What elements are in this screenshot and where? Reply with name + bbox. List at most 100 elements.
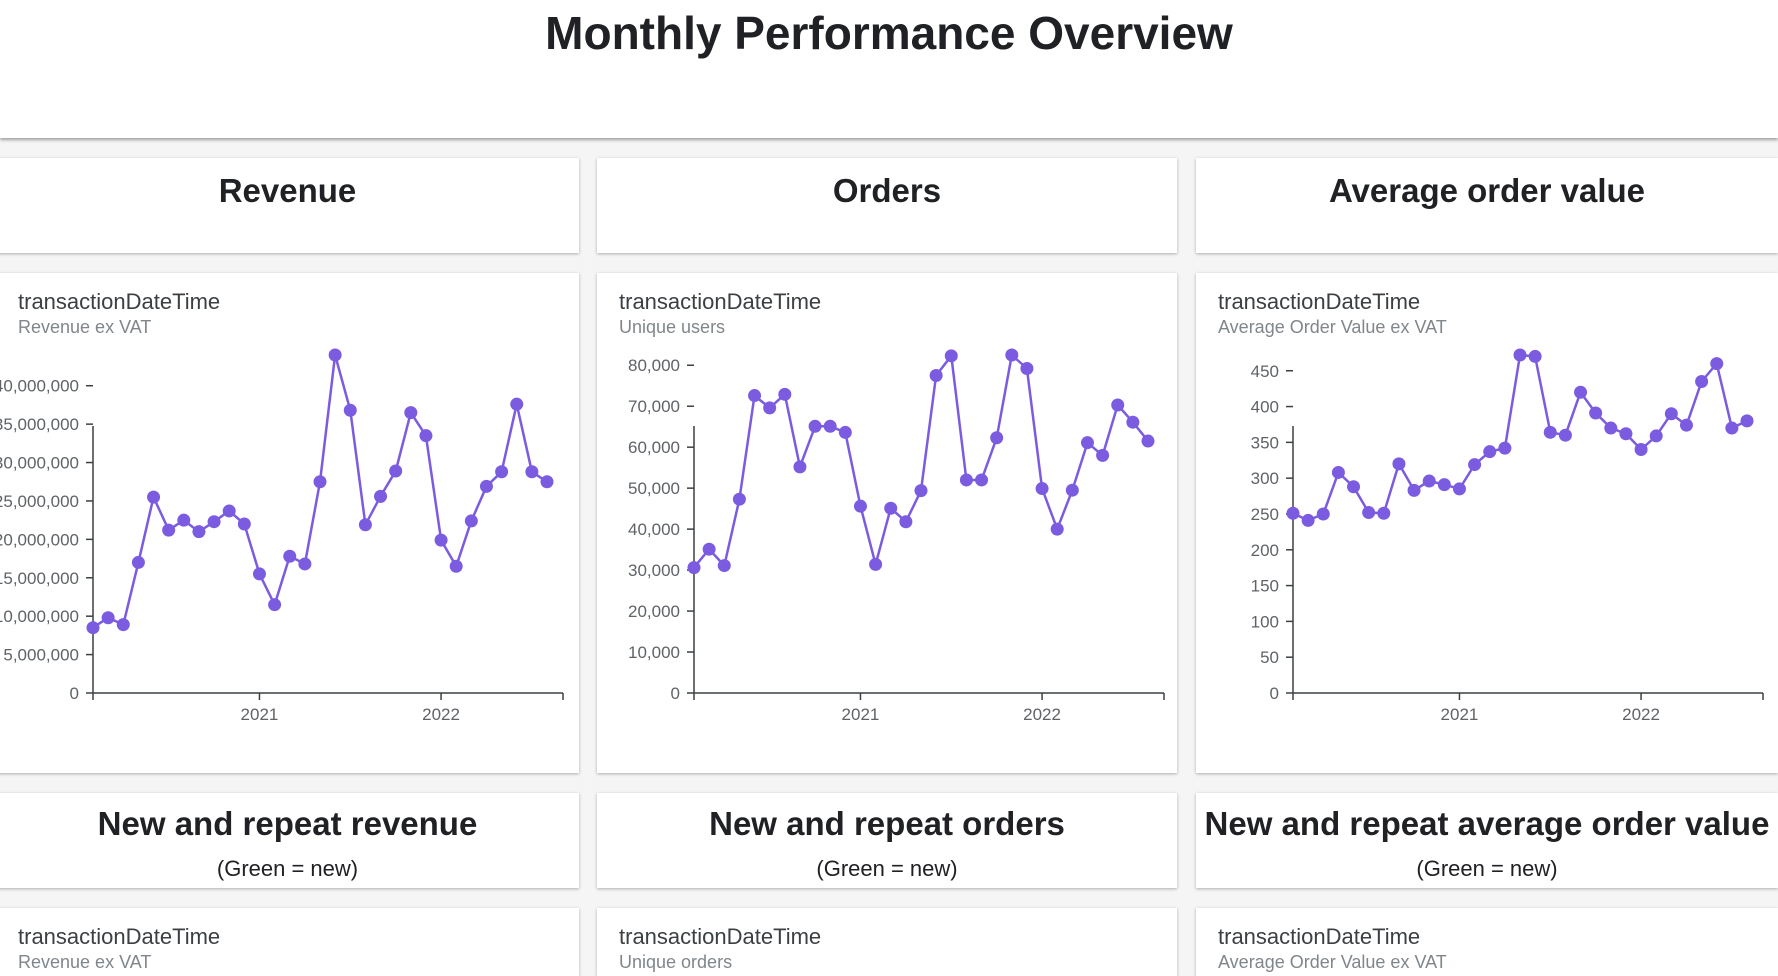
data-point[interactable] (899, 515, 913, 529)
data-point[interactable] (959, 473, 973, 487)
data-point[interactable] (990, 431, 1004, 445)
data-point[interactable] (1740, 414, 1754, 428)
data-point[interactable] (1498, 441, 1512, 455)
data-point[interactable] (192, 525, 206, 539)
data-point[interactable] (1111, 398, 1125, 412)
new-repeat-aov-chart-card: transactionDateTime Average Order Value … (1196, 908, 1778, 976)
data-point[interactable] (328, 348, 342, 362)
data-point[interactable] (929, 368, 943, 382)
data-point[interactable] (702, 542, 716, 556)
data-point[interactable] (1604, 421, 1618, 435)
data-point[interactable] (237, 517, 251, 531)
data-point[interactable] (717, 559, 731, 573)
data-point[interactable] (101, 611, 115, 625)
data-point[interactable] (975, 473, 989, 487)
data-point[interactable] (540, 475, 554, 489)
data-point[interactable] (853, 499, 867, 513)
data-point[interactable] (1377, 506, 1391, 520)
data-point[interactable] (1126, 415, 1140, 429)
y-tick-label: 25,000,000 (0, 492, 79, 511)
data-point[interactable] (1096, 448, 1110, 462)
data-point[interactable] (1649, 429, 1663, 443)
data-point[interactable] (944, 349, 958, 363)
data-point[interactable] (86, 621, 100, 635)
data-point[interactable] (162, 523, 176, 537)
data-point[interactable] (1513, 348, 1527, 362)
orders-chart-card: transactionDateTime Unique users 0 10,000… (597, 273, 1177, 773)
data-point[interactable] (464, 514, 478, 528)
data-point[interactable] (222, 504, 236, 518)
data-point[interactable] (510, 397, 524, 411)
data-point[interactable] (1695, 374, 1709, 388)
data-point[interactable] (1725, 421, 1739, 435)
data-point[interactable] (1020, 362, 1034, 376)
data-point[interactable] (748, 389, 762, 403)
data-point[interactable] (1065, 483, 1079, 497)
data-point[interactable] (177, 513, 191, 527)
data-point[interactable] (1035, 482, 1049, 496)
data-point[interactable] (116, 618, 130, 632)
data-point[interactable] (404, 406, 418, 420)
data-point[interactable] (1286, 506, 1300, 520)
data-point[interactable] (525, 465, 539, 479)
data-point[interactable] (1543, 425, 1557, 439)
data-point[interactable] (1634, 443, 1648, 457)
data-point[interactable] (732, 492, 746, 506)
data-point[interactable] (1316, 507, 1330, 521)
data-point[interactable] (434, 533, 448, 547)
data-point[interactable] (147, 490, 161, 504)
series-line (693, 353, 1149, 569)
data-point[interactable] (131, 555, 145, 569)
data-point[interactable] (268, 598, 282, 612)
data-point[interactable] (1407, 483, 1421, 497)
data-point[interactable] (808, 419, 822, 433)
data-point[interactable] (1005, 348, 1019, 362)
data-point[interactable] (869, 557, 883, 571)
y-tick-label: 10,000,000 (0, 607, 79, 626)
data-point[interactable] (1392, 457, 1406, 471)
data-point[interactable] (1468, 458, 1482, 472)
data-point[interactable] (283, 549, 297, 563)
data-point[interactable] (1080, 436, 1094, 450)
data-point[interactable] (479, 479, 493, 493)
data-point[interactable] (838, 425, 852, 439)
data-point[interactable] (1574, 385, 1588, 399)
data-point[interactable] (343, 403, 357, 417)
data-point[interactable] (763, 401, 777, 415)
data-point[interactable] (1331, 465, 1345, 479)
data-point[interactable] (374, 489, 388, 503)
data-point[interactable] (1422, 474, 1436, 488)
data-point[interactable] (1483, 445, 1497, 459)
data-point[interactable] (1437, 478, 1451, 492)
data-point[interactable] (207, 515, 221, 529)
data-point[interactable] (1452, 482, 1466, 496)
data-point[interactable] (793, 460, 807, 474)
data-point[interactable] (687, 561, 701, 575)
data-point[interactable] (1558, 428, 1572, 442)
data-point[interactable] (419, 429, 433, 443)
data-point[interactable] (778, 387, 792, 401)
data-point[interactable] (1619, 427, 1633, 441)
data-point[interactable] (1141, 434, 1155, 448)
data-point[interactable] (1710, 357, 1724, 371)
section-subtitle: (Green = new) (816, 856, 958, 881)
data-point[interactable] (1050, 522, 1064, 536)
data-point[interactable] (914, 484, 928, 498)
data-point[interactable] (389, 464, 403, 478)
data-point[interactable] (1528, 349, 1542, 363)
data-point[interactable] (823, 419, 837, 433)
data-point[interactable] (1301, 513, 1315, 527)
data-point[interactable] (1589, 406, 1603, 420)
data-point[interactable] (1679, 418, 1693, 432)
x-tick-label: 2022 (1023, 705, 1061, 724)
data-point[interactable] (449, 559, 463, 573)
data-point[interactable] (358, 518, 372, 532)
data-point[interactable] (1664, 407, 1678, 421)
data-point[interactable] (298, 557, 312, 571)
data-point[interactable] (495, 465, 509, 479)
data-point[interactable] (1362, 506, 1376, 520)
data-point[interactable] (1347, 480, 1361, 494)
data-point[interactable] (884, 501, 898, 515)
data-point[interactable] (252, 567, 266, 581)
data-point[interactable] (313, 475, 327, 489)
